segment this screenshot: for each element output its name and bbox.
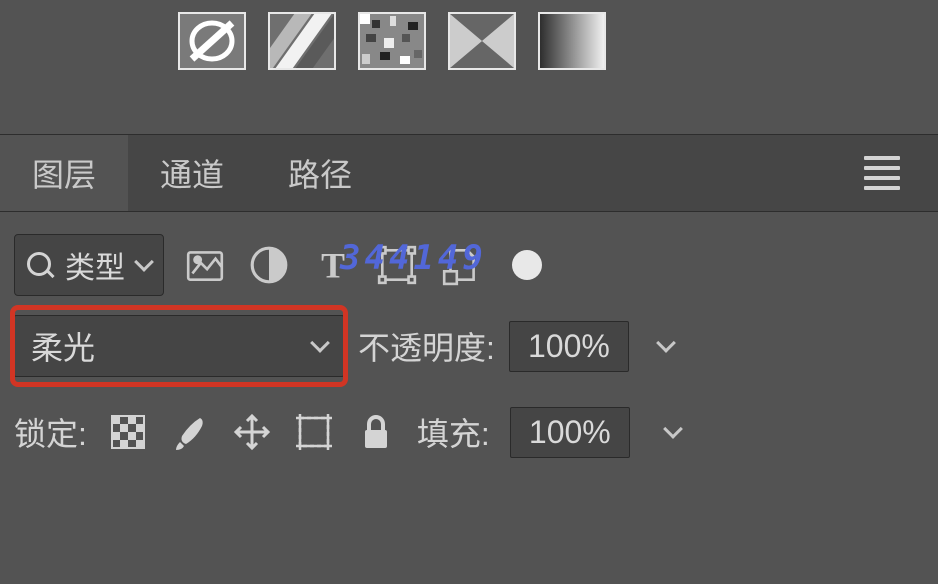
opacity-dropdown-button[interactable]	[643, 318, 689, 374]
fill-dropdown-button[interactable]	[650, 404, 696, 460]
panel-tabs: 图层 通道 路径	[0, 134, 938, 212]
fill-label: 填充:	[417, 409, 490, 455]
fill-value[interactable]: 100%	[510, 407, 630, 458]
preset-diagonal-stripes[interactable]	[268, 12, 336, 70]
tab-layers[interactable]: 图层	[0, 135, 128, 211]
chevron-down-icon	[663, 419, 683, 439]
opacity-value[interactable]: 100%	[509, 321, 629, 372]
lock-artboard-icon[interactable]	[293, 411, 335, 453]
search-icon	[27, 252, 53, 278]
tab-channels[interactable]: 通道	[128, 135, 256, 211]
preset-gradient[interactable]	[538, 12, 606, 70]
blend-opacity-row: 柔光 不透明度: 100%	[0, 300, 938, 392]
lock-label: 锁定:	[14, 409, 87, 455]
chevron-down-icon	[310, 333, 330, 353]
chevron-down-icon	[656, 333, 676, 353]
lock-all-icon[interactable]	[355, 411, 397, 453]
filter-toggle[interactable]	[512, 250, 542, 280]
filter-kind-dropdown[interactable]: 类型	[14, 234, 164, 296]
filter-adjustment-icon[interactable]	[246, 242, 292, 288]
opacity-label: 不透明度:	[358, 323, 495, 369]
preset-triangles[interactable]	[448, 12, 516, 70]
panel-menu-icon[interactable]	[826, 156, 938, 190]
chevron-down-icon	[134, 252, 154, 272]
preset-noise[interactable]	[358, 12, 426, 70]
lock-fill-row: 锁定: 填充: 100%	[0, 392, 938, 472]
lock-position-move-icon[interactable]	[231, 411, 273, 453]
lock-pixels-brush-icon[interactable]	[169, 411, 211, 453]
blend-mode-container: 柔光	[14, 309, 344, 383]
filter-pixel-icon[interactable]	[182, 242, 228, 288]
watermark-text: 344149	[340, 238, 487, 278]
preset-circle-slash[interactable]	[178, 12, 246, 70]
tab-paths[interactable]: 路径	[256, 135, 384, 211]
lock-transparency-icon[interactable]	[107, 411, 149, 453]
blend-mode-value: 柔光	[31, 323, 95, 369]
blend-mode-dropdown[interactable]: 柔光	[14, 315, 344, 377]
preset-thumbnails	[0, 0, 938, 100]
filter-kind-label: 类型	[65, 243, 125, 287]
